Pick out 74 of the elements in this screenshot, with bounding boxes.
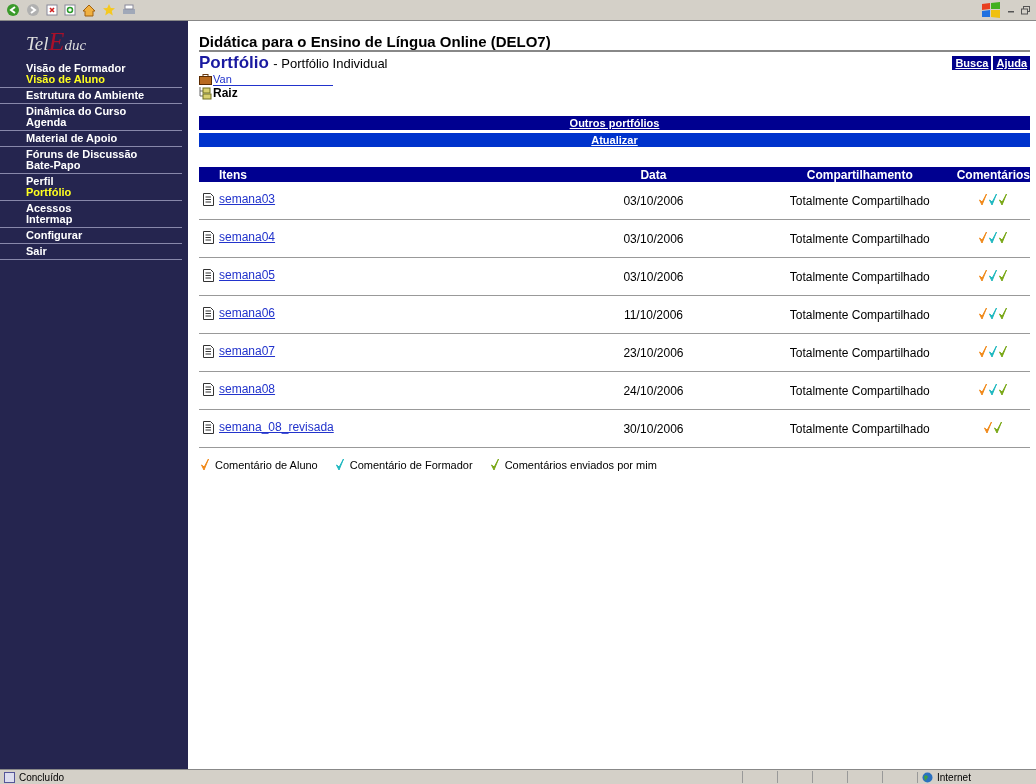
table-cell: Totalmente Compartilhado <box>789 269 930 284</box>
refresh-icon[interactable] <box>64 4 76 16</box>
table-cell: Totalmente Compartilhado <box>789 307 930 322</box>
forward-icon[interactable] <box>26 3 40 17</box>
sidebar-link[interactable]: Acessos <box>26 203 72 214</box>
sidebar-link[interactable]: Fóruns de Discussão <box>26 149 138 160</box>
item-link[interactable]: semana_08_revisada <box>219 420 334 435</box>
status-text: Concluído <box>19 771 65 783</box>
item-link[interactable]: semana03 <box>219 192 276 207</box>
printer-icon[interactable] <box>122 3 136 17</box>
table-cell: 03/10/2006 <box>623 269 684 284</box>
item-link[interactable]: semana07 <box>219 344 276 359</box>
header-link[interactable]: Busca <box>952 56 992 70</box>
stop-icon[interactable] <box>46 4 58 16</box>
globe-icon <box>922 771 933 783</box>
zone-text: Internet <box>937 771 971 783</box>
item-link[interactable]: semana06 <box>219 306 276 321</box>
sidebar-link[interactable]: Agenda <box>26 117 67 128</box>
legend-label: Comentários enviados por mim <box>504 458 657 471</box>
document-icon <box>203 230 214 244</box>
item-link[interactable]: semana04 <box>219 230 276 245</box>
windows-logo-icon <box>981 1 1001 19</box>
column-header: Data <box>544 167 763 182</box>
document-icon <box>203 306 214 320</box>
legend-label: Comentário de Aluno <box>215 458 318 471</box>
table-cell: 03/10/2006 <box>623 231 684 246</box>
column-header: Comentários <box>956 167 1030 182</box>
sidebar-link[interactable]: Bate-Papo <box>26 160 81 171</box>
document-icon <box>203 382 214 396</box>
legend-label: Comentário de Formador <box>349 458 473 471</box>
column-header: Itens <box>199 167 545 182</box>
home-icon[interactable] <box>82 3 96 17</box>
table-cell: 23/10/2006 <box>623 345 684 360</box>
star-icon[interactable] <box>102 3 116 17</box>
back-icon[interactable] <box>6 3 20 17</box>
page-title: Portfólio <box>199 53 269 72</box>
page-icon <box>4 771 15 783</box>
sidebar-link[interactable]: Perfil <box>26 176 54 187</box>
folder-tree-icon <box>199 86 212 100</box>
sidebar-link[interactable]: Visão de Aluno <box>26 74 105 85</box>
sidebar-link[interactable]: Material de Apoio <box>26 133 118 144</box>
restore-icon[interactable] <box>1021 5 1030 15</box>
document-icon <box>203 420 214 434</box>
sidebar-link[interactable]: Visão de Formador <box>26 63 126 74</box>
sidebar-link[interactable]: Portfólio <box>26 187 72 198</box>
logo: TelEduc <box>25 26 88 58</box>
table-cell: Totalmente Compartilhado <box>789 345 930 360</box>
document-icon <box>203 344 214 358</box>
table-cell: 30/10/2006 <box>623 421 684 436</box>
document-icon <box>203 192 214 206</box>
column-header: Compartilhamento <box>762 167 957 182</box>
table-cell: Totalmente Compartilhado <box>789 383 930 398</box>
table-cell: Totalmente Compartilhado <box>789 231 930 246</box>
page-subtitle: - Portfólio Individual <box>273 56 388 71</box>
sidebar-link[interactable]: Dinâmica do Curso <box>26 106 127 117</box>
table-cell: 24/10/2006 <box>623 383 684 398</box>
table-cell: Totalmente Compartilhado <box>789 193 930 208</box>
course-title: Didática para o Ensino de Língua Online (DELO7) <box>199 29 1030 52</box>
item-link[interactable]: semana05 <box>219 268 276 283</box>
action-bar-link[interactable]: Outros portfólios <box>199 116 1030 130</box>
document-icon <box>203 268 214 282</box>
folder-name: Raiz <box>213 86 238 100</box>
briefcase-icon <box>199 74 212 85</box>
sidebar-link[interactable]: Configurar <box>26 230 83 241</box>
header-link[interactable]: Ajuda <box>993 56 1030 70</box>
sidebar-link[interactable]: Intermap <box>26 214 73 225</box>
sidebar-link[interactable]: Sair <box>26 246 47 257</box>
owner-link[interactable]: Van <box>213 73 333 86</box>
table-cell: 11/10/2006 <box>623 307 684 322</box>
action-bar-link[interactable]: Atualizar <box>199 133 1030 147</box>
table-cell: 03/10/2006 <box>623 193 684 208</box>
item-link[interactable]: semana08 <box>219 382 276 397</box>
table-cell: Totalmente Compartilhado <box>789 421 930 436</box>
sidebar-link[interactable]: Estrutura do Ambiente <box>26 90 145 101</box>
